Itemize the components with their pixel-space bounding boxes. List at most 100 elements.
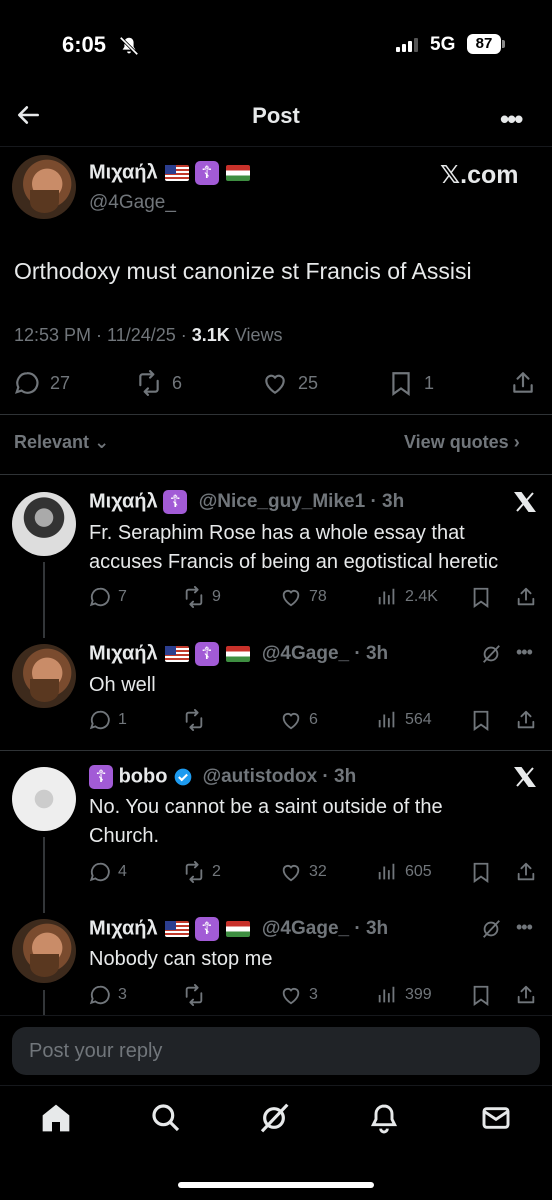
views-button[interactable]: 2.4K xyxy=(376,586,438,608)
like-button[interactable]: 3 xyxy=(280,984,318,1006)
reply-icon xyxy=(89,985,110,1005)
repost-icon xyxy=(185,861,203,883)
messages-icon[interactable] xyxy=(480,1102,512,1134)
source-label: 𝕏.com xyxy=(440,161,519,189)
grok-icon[interactable] xyxy=(258,1102,290,1134)
bookmark-icon[interactable] xyxy=(470,861,492,883)
reply-button[interactable]: 1 xyxy=(89,709,127,731)
reply-text-line: Church. xyxy=(89,825,160,847)
views-icon xyxy=(378,986,395,1003)
like-button[interactable]: 25 xyxy=(262,370,318,396)
more-options-icon[interactable]: ••• xyxy=(500,104,523,135)
heart-icon xyxy=(282,590,300,607)
reply-handle: @4Gage_ · 3h xyxy=(261,918,389,940)
network-label: 5G xyxy=(430,34,456,55)
reply-text: Oh well xyxy=(89,671,156,700)
view-quotes-label: View quotes xyxy=(404,432,509,452)
thread-line xyxy=(43,837,45,913)
bookmark-button[interactable]: 1 xyxy=(388,370,434,396)
us-flag-icon xyxy=(165,921,190,937)
avatar[interactable] xyxy=(12,492,76,556)
avatar[interactable] xyxy=(12,155,76,219)
reply-button[interactable]: 4 xyxy=(89,861,127,883)
reply-text-line: Oh well xyxy=(89,674,156,696)
sort-dropdown[interactable]: Relevant ⌄ xyxy=(14,432,109,453)
orthodox-cross-icon: ☦ xyxy=(194,917,219,941)
notifications-icon[interactable] xyxy=(368,1102,400,1134)
like-count: 78 xyxy=(309,588,327,605)
share-icon[interactable] xyxy=(515,861,537,883)
home-icon[interactable] xyxy=(40,1102,72,1134)
view-quotes-link[interactable]: View quotes › xyxy=(404,432,520,453)
reply-handle: @autistodox · 3h xyxy=(202,766,357,788)
reply-author-row[interactable]: Μιχαήλ ☦ @4Gage_ · 3h xyxy=(89,642,388,666)
heart-icon xyxy=(282,713,300,730)
like-count: 3 xyxy=(309,986,318,1003)
author-handle[interactable]: @4Gage_ xyxy=(89,192,176,214)
repost-button[interactable] xyxy=(183,709,212,731)
repost-button[interactable]: 9 xyxy=(183,586,221,608)
avatar[interactable] xyxy=(12,919,76,983)
reply-count: 4 xyxy=(118,863,127,880)
reply-author-name: Μιχαήλ xyxy=(89,642,158,665)
battery-icon: 87 xyxy=(467,34,501,54)
repost-button[interactable] xyxy=(183,984,212,1006)
more-options-icon[interactable]: ••• xyxy=(516,917,533,938)
reply-button[interactable]: 7 xyxy=(89,586,127,608)
author-name-row[interactable]: Μιχαήλ ☦ xyxy=(89,161,251,185)
chevron-right-icon: › xyxy=(513,432,520,452)
share-icon[interactable] xyxy=(515,984,537,1006)
views-count: 3.1K xyxy=(191,325,230,345)
us-flag-icon xyxy=(165,165,190,181)
search-icon[interactable] xyxy=(150,1102,182,1134)
reply-input[interactable]: Post your reply xyxy=(12,1027,540,1075)
share-icon[interactable] xyxy=(515,586,537,608)
orthodox-cross-icon: ☦ xyxy=(194,161,219,185)
reply-author-row[interactable]: Μιχαήλ ☦ @Nice_guy_Mike1 · 3h xyxy=(89,490,404,514)
more-options-icon[interactable]: ••• xyxy=(516,642,533,663)
reply-count: 27 xyxy=(50,372,71,393)
reply-button[interactable]: 27 xyxy=(14,370,70,396)
bookmark-icon[interactable] xyxy=(470,586,492,608)
avatar[interactable] xyxy=(12,644,76,708)
views-button[interactable]: 605 xyxy=(376,861,432,883)
sort-label: Relevant xyxy=(14,432,90,452)
views-icon xyxy=(378,711,395,728)
reply-text: No. You cannot be a saint outside of the… xyxy=(89,793,443,851)
divider xyxy=(0,474,552,475)
grok-icon[interactable] xyxy=(480,643,502,665)
views-count: 2.4K xyxy=(405,588,438,605)
reply-button[interactable]: 3 xyxy=(89,984,127,1006)
reply-text-line: accuses Francis of being an egotistical … xyxy=(89,551,499,573)
reply-author-row[interactable]: Μιχαήλ ☦ @4Gage_ · 3h xyxy=(89,917,388,941)
views-count: 399 xyxy=(405,986,432,1003)
like-button[interactable]: 6 xyxy=(280,709,318,731)
like-button[interactable]: 32 xyxy=(280,861,327,883)
reply-handle: @Nice_guy_Mike1 · 3h xyxy=(198,491,405,513)
repost-button[interactable]: 6 xyxy=(136,370,182,396)
author-name: Μιχαήλ xyxy=(89,161,158,184)
repost-button[interactable]: 2 xyxy=(183,861,221,883)
views-button[interactable]: 564 xyxy=(376,709,432,731)
home-indicator xyxy=(178,1182,374,1188)
bookmark-icon[interactable] xyxy=(470,709,492,731)
share-button[interactable] xyxy=(510,370,536,396)
bookmark-icon[interactable] xyxy=(470,984,492,1006)
divider xyxy=(0,146,552,147)
status-time: 6:05 xyxy=(62,32,107,57)
repost-count: 2 xyxy=(212,863,221,880)
reply-count: 1 xyxy=(118,711,127,728)
like-button[interactable]: 78 xyxy=(280,586,327,608)
post-actions: 27 6 25 1 xyxy=(14,370,544,400)
repost-count: 6 xyxy=(172,372,183,393)
thread-line xyxy=(43,990,45,1015)
reply-author-name: bobo xyxy=(118,765,168,788)
views-label: Views xyxy=(229,325,283,345)
avatar[interactable] xyxy=(12,767,76,831)
share-icon[interactable] xyxy=(515,709,537,731)
share-icon xyxy=(513,372,533,393)
grok-icon[interactable] xyxy=(480,918,502,940)
reply-author-row[interactable]: ☦ bobo @autistodox · 3h xyxy=(89,765,356,789)
views-button[interactable]: 399 xyxy=(376,984,432,1006)
reply-text-line: Nobody can stop me xyxy=(89,948,273,970)
